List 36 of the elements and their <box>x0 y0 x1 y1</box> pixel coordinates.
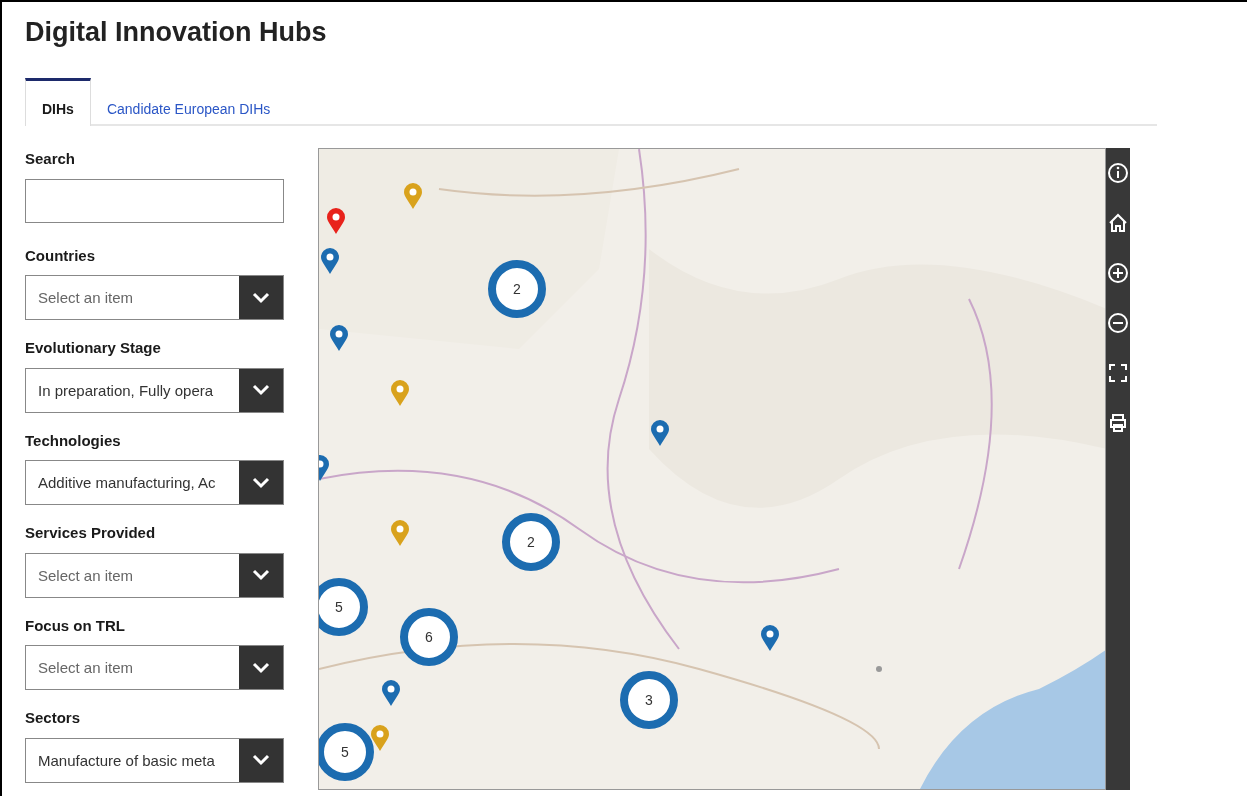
dropdown-field[interactable]: In preparation, Fully opera <box>25 367 284 413</box>
zoom-in-icon[interactable] <box>1107 262 1129 285</box>
dropdown-field[interactable]: Select an item <box>25 645 284 691</box>
field-label: Services Provided <box>25 523 157 544</box>
map-pin-icon[interactable] <box>760 624 780 653</box>
page-title: Digital Innovation Hubs <box>25 16 328 49</box>
field-label: Focus on TRL <box>25 615 126 636</box>
dropdown-field[interactable]: Select an item <box>25 552 284 598</box>
chevron-down-icon <box>251 753 271 768</box>
chevron-down-icon <box>251 290 271 305</box>
field-label: Evolutionary Stage <box>25 338 162 359</box>
map-pin-icon[interactable] <box>320 247 340 276</box>
tab[interactable]: Candidate European DIHs <box>90 78 287 125</box>
fullscreen-icon[interactable] <box>1107 362 1129 385</box>
field-label: Search <box>25 149 77 170</box>
info-icon[interactable] <box>1107 162 1129 185</box>
chevron-down-icon <box>251 383 271 398</box>
chevron-down-icon <box>251 568 271 583</box>
dropdown-field[interactable]: Manufacture of basic meta <box>25 737 284 783</box>
tab[interactable]: DIHs <box>25 78 91 127</box>
chevron-down-icon <box>251 660 271 675</box>
map-pin-icon[interactable] <box>650 419 670 448</box>
map-pin-icon[interactable] <box>370 724 390 753</box>
field-label: Technologies <box>25 430 122 451</box>
field-label: Countries <box>25 245 96 266</box>
printer-icon[interactable] <box>1107 412 1129 435</box>
map-pin-icon[interactable] <box>381 679 401 708</box>
search-field[interactable] <box>25 178 284 223</box>
field-label: Sectors <box>25 708 82 729</box>
map-pin-icon[interactable] <box>326 207 346 236</box>
dropdown-field[interactable]: Select an item <box>25 275 284 321</box>
map-pin-icon[interactable] <box>329 324 349 353</box>
home-icon[interactable] <box>1107 212 1129 235</box>
chevron-down-icon <box>251 475 271 490</box>
zoom-out-icon[interactable] <box>1107 312 1129 335</box>
dropdown-field[interactable]: Additive manufacturing, Ac <box>25 460 284 506</box>
